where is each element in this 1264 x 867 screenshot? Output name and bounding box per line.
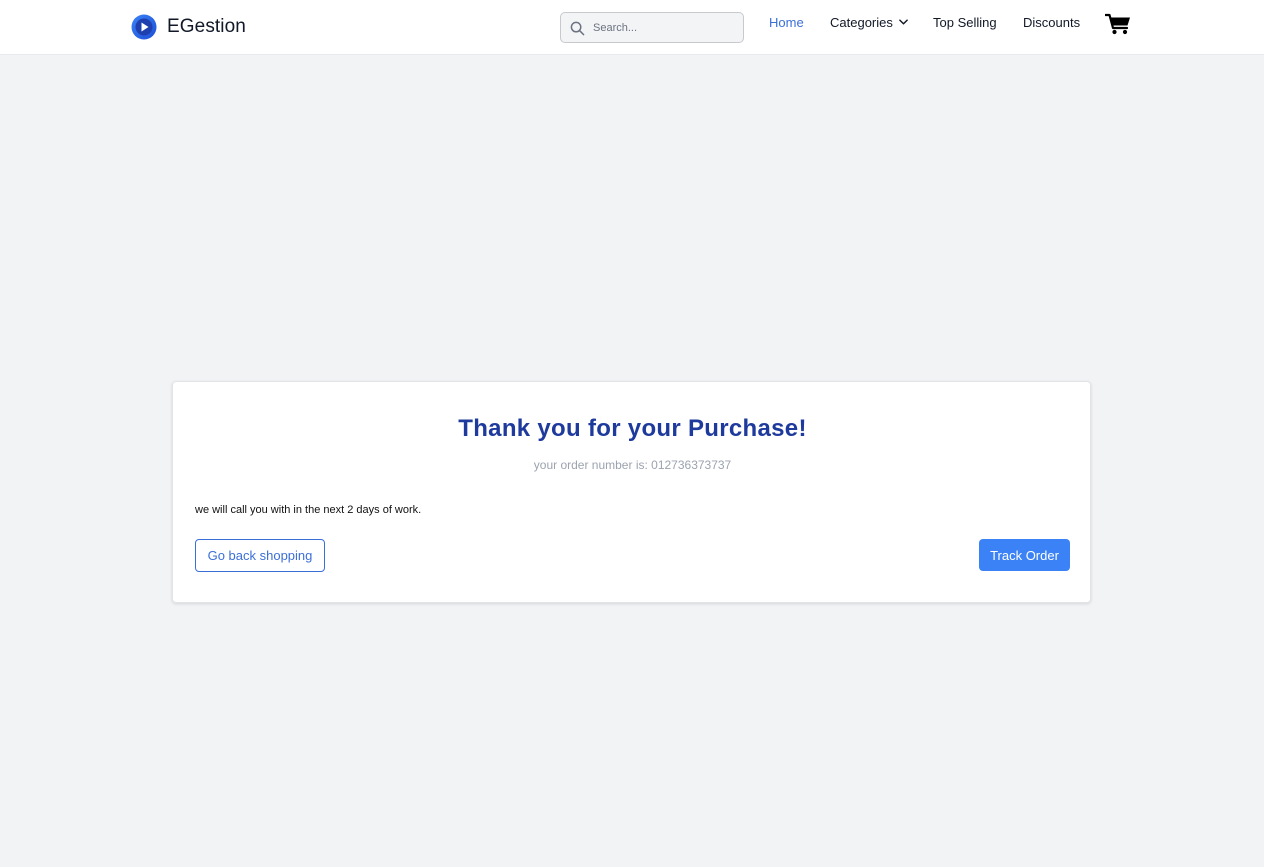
page-title: Thank you for your Purchase! xyxy=(458,415,807,442)
nav-home[interactable]: Home xyxy=(769,15,804,30)
cart-icon[interactable] xyxy=(1105,13,1131,35)
brand-name: EGestion xyxy=(167,16,246,37)
search-icon xyxy=(570,21,585,36)
go-back-shopping-button[interactable]: Go back shopping xyxy=(195,539,325,572)
nav-categories[interactable]: Categories xyxy=(830,15,908,30)
brand[interactable]: EGestion xyxy=(131,14,246,40)
track-order-button[interactable]: Track Order xyxy=(979,539,1070,571)
chevron-down-icon xyxy=(899,18,908,25)
order-confirmation-card: Thank you for your Purchase! your order … xyxy=(172,381,1091,603)
callback-message: we will call you with in the next 2 days… xyxy=(195,504,422,516)
nav-top-selling[interactable]: Top Selling xyxy=(933,15,997,30)
search-box[interactable] xyxy=(560,12,744,43)
top-navigation-bar: EGestion Home Categories Top Selling Dis… xyxy=(0,0,1264,55)
nav-discounts[interactable]: Discounts xyxy=(1023,15,1080,30)
nav-categories-label: Categories xyxy=(830,15,893,30)
search-input[interactable] xyxy=(593,13,739,42)
order-number: your order number is: 012736373737 xyxy=(533,458,732,472)
play-circle-icon xyxy=(131,14,157,40)
